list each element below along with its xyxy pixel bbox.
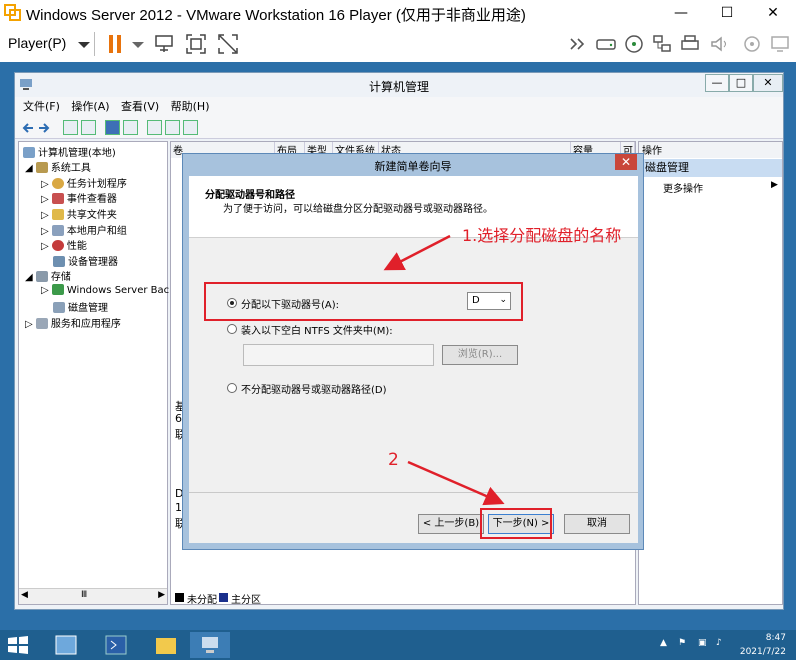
flag-icon[interactable]: ⚑ [678, 638, 686, 648]
clock-date[interactable]: 2021/7/22 [726, 647, 786, 657]
arrow-step1 [383, 234, 451, 271]
annotation-arrows [383, 234, 505, 506]
powershell-icon[interactable] [96, 632, 136, 658]
network-tray-icon[interactable]: ▣ [698, 638, 707, 648]
file-explorer-icon[interactable] [146, 632, 186, 658]
tray-arrow-icon[interactable]: ▲ [660, 638, 667, 648]
taskbar: ▲ ⚑ ▣ ♪ 8:47 2021/7/22 [0, 630, 796, 660]
server-manager-icon[interactable] [46, 632, 86, 658]
computer-management-taskbar-icon[interactable] [190, 632, 230, 658]
windows-start-icon[interactable] [6, 634, 30, 656]
clock-time[interactable]: 8:47 [736, 633, 786, 643]
arrow-step2 [407, 460, 505, 506]
speaker-icon[interactable]: ♪ [716, 638, 722, 648]
